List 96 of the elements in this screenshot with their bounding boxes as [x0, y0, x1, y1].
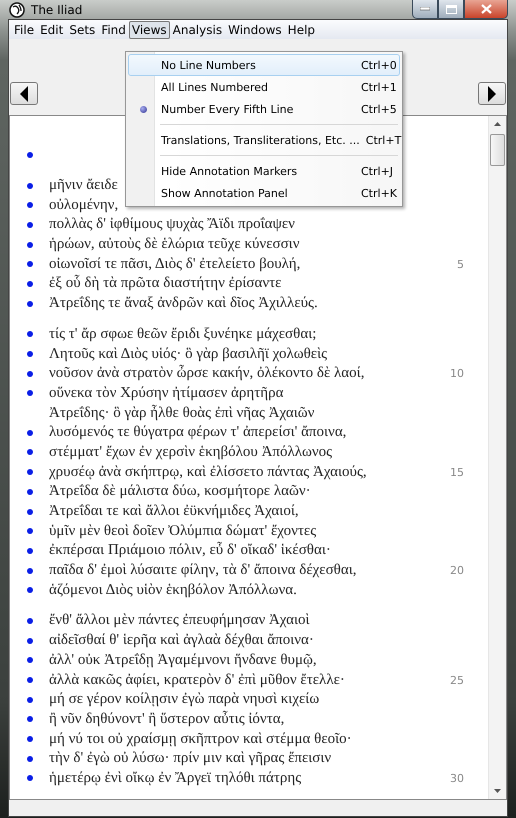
annotation-marker-icon[interactable]	[26, 370, 32, 377]
line-number: 10	[450, 367, 464, 380]
annotation-marker-icon[interactable]	[26, 716, 32, 722]
verse-line: Ἀτρεΐδης τε ἄναξ ἀνδρῶν καὶ δῖος Ἀχιλλεύς.	[49, 295, 318, 312]
annotation-marker-icon[interactable]	[26, 736, 32, 742]
annotation-marker-icon[interactable]	[26, 469, 32, 476]
annotation-marker-icon[interactable]	[26, 528, 32, 534]
menu-item[interactable]: Edit	[37, 20, 66, 38]
annotation-marker-icon[interactable]	[26, 152, 32, 158]
line-number: 5	[457, 258, 464, 271]
right-triangle-icon	[487, 86, 497, 102]
annotation-marker-icon[interactable]	[26, 351, 32, 358]
menu-item[interactable]: Windows	[225, 20, 285, 38]
verse-line: χρυσέῳ ἀνὰ σκήπτρῳ, καὶ ἐλίσσετο πάντας Ἀχαιούς,	[49, 464, 367, 481]
window-title: The Iliad	[31, 2, 82, 16]
verse-line: ἢ νῦν δηθύνοντ' ἢ ὕστερον αὖτις ἰόντα,	[49, 710, 284, 728]
verse-line: οὐλομένην,	[49, 196, 118, 214]
left-triangle-icon	[19, 86, 29, 102]
menu-item[interactable]: Find	[98, 20, 129, 38]
annotation-marker-icon[interactable]	[26, 242, 32, 248]
scroll-up-icon[interactable]	[494, 122, 501, 126]
scrollbar[interactable]	[488, 116, 506, 800]
menu-option[interactable]: Translations, Transliterations, Etc. ... Ctrl+T	[128, 129, 400, 151]
globe-icon	[9, 2, 25, 18]
verse-line: ἐξ οὗ δὴ τὰ πρῶτα διαστήτην ἐρίσαντε	[49, 275, 282, 292]
maximize-button[interactable]	[438, 0, 464, 19]
verse-line: ἐκπέρσαι Πριάμοιο πόλιν, εὖ δ' οἴκαδ' ἱκέσθαι·	[49, 542, 331, 560]
scrollbar-thumb[interactable]	[490, 134, 505, 166]
line-number: 30	[450, 772, 464, 785]
verse-line: αἰδεῖσθαί θ' ἱερῆα καὶ ἀγλαὰ δέχθαι ἄποινα·	[49, 632, 314, 650]
verse-line: Ἀτρεΐδης· ὃ γὰρ ἦλθε θοὰς ἐπὶ νῆας Ἀχαιῶν	[49, 404, 314, 422]
annotation-marker-icon[interactable]	[26, 568, 32, 574]
menu-item[interactable]: Sets	[66, 20, 98, 38]
annotation-marker-icon[interactable]	[26, 775, 32, 782]
annotation-marker-icon[interactable]	[26, 618, 32, 624]
verse-line: νοῦσον ἀνὰ στρατὸν ὦρσε κακήν, ὀλέκοντο δὲ λαοί,	[49, 365, 364, 382]
annotation-marker-icon[interactable]	[26, 182, 32, 189]
annotation-marker-icon[interactable]	[26, 331, 32, 338]
verse-line: Λητοῦς καὶ Διὸς υἱός· ὃ γὰρ βασιλῆϊ χολωθεὶς	[49, 346, 328, 363]
verse-line: Ἀτρεΐδαι τε καὶ ἄλλοι ἐϋκνήμιδες Ἀχαιοί,	[49, 503, 299, 520]
line-number: 15	[450, 466, 464, 479]
minimize-button[interactable]	[412, 0, 438, 19]
annotation-marker-icon[interactable]	[26, 488, 32, 495]
annotation-marker-icon[interactable]	[26, 222, 32, 228]
menu-option[interactable]: No Line Numbers Ctrl+0	[128, 54, 400, 76]
verse-line: ἁζόμενοι Διὸς υἱὸν ἑκηβόλον Ἀπόλλωνα.	[49, 582, 297, 599]
scroll-down-icon[interactable]	[494, 789, 501, 794]
annotation-marker-icon[interactable]	[26, 390, 32, 396]
annotation-marker-icon[interactable]	[26, 696, 32, 703]
annotation-marker-icon[interactable]	[26, 756, 32, 762]
menu-item[interactable]: Views	[128, 20, 170, 38]
verse-line: οὕνεκα τὸν Χρύσην ἠτίμασεν ἀρητῆρα	[49, 384, 284, 402]
next-button[interactable]	[478, 82, 506, 105]
maximize-icon	[446, 4, 456, 14]
verse-line: οἰωνοῖσί τε πᾶσι, Διὸς δ' ἐτελείετο βουλή,	[49, 256, 300, 273]
verse-line: λυσόμενός τε θύγατρα φέρων τ' ἀπερείσι' ἄποινα,	[49, 424, 346, 442]
line-number: 25	[450, 674, 464, 687]
verse-line: πολλὰς δ' ἰφθίμους ψυχὰς Ἄϊδι προΐαψεν	[49, 216, 295, 234]
annotation-marker-icon[interactable]	[26, 300, 32, 307]
menu-item[interactable]: Help	[284, 20, 318, 38]
annotation-marker-icon[interactable]	[26, 677, 32, 684]
line-number: 20	[450, 564, 464, 578]
previous-button[interactable]	[10, 82, 38, 105]
minimize-icon	[420, 7, 430, 11]
menu-option[interactable]: Number Every Fifth Line Ctrl+5	[128, 98, 400, 120]
annotation-marker-icon[interactable]	[26, 430, 32, 436]
annotation-marker-icon[interactable]	[26, 548, 32, 554]
verse-line: τίς τ' ἄρ σφωε θεῶν ἔριδι ξυνέηκε μάχεσθαι;	[49, 326, 316, 343]
annotation-marker-icon[interactable]	[26, 449, 32, 456]
verse-line: παῖδα δ' ἐμοὶ λύσαιτε φίλην, τὰ δ' ἄποινα δέχεσθαι,	[49, 562, 356, 580]
verse-line: μῆνιν ἄειδε	[49, 177, 118, 194]
verse-line: Ἀτρεΐδα δὲ μάλιστα δύω, κοσμήτορε λαῶν·	[49, 483, 311, 500]
verse-line: ἀλλὰ κακῶς ἀφίει, κρατερὸν δ' ἐπὶ μῦθον ἔτελλε·	[49, 672, 345, 689]
annotation-marker-icon[interactable]	[26, 508, 32, 515]
annotation-marker-icon[interactable]	[26, 280, 32, 287]
menu-option[interactable]: All Lines Numbered Ctrl+1	[128, 76, 400, 98]
verse-line: μή νύ τοι οὐ χραίσμῃ σκῆπτρον καὶ στέμμα θεοῖο·	[49, 730, 352, 748]
verse-line: στέμματ' ἔχων ἐν χερσὶν ἑκηβόλου Ἀπόλλωνος	[49, 444, 332, 461]
verse-line: ἡρώων, αὐτοὺς δὲ ἑλώρια τεῦχε κύνεσσιν	[49, 236, 300, 254]
verse-line: ἡμετέρῳ ἐνὶ οἴκῳ ἐν Ἄργεϊ τηλόθι πάτρης	[49, 770, 302, 787]
menu-item[interactable]: Analysis	[170, 20, 226, 38]
annotation-marker-icon[interactable]	[26, 261, 32, 268]
annotation-marker-icon[interactable]	[26, 638, 32, 644]
close-button[interactable]	[464, 0, 508, 19]
menu-option[interactable]: Hide Annotation Markers Ctrl+J	[128, 160, 400, 182]
verse-line: ἔνθ' ἄλλοι μὲν πάντες ἐπευφήμησαν Ἀχαιοὶ	[49, 612, 310, 630]
annotation-marker-icon[interactable]	[26, 657, 32, 664]
annotation-marker-icon[interactable]	[26, 202, 32, 208]
verse-line: τὴν δ' ἐγὼ οὐ λύσω· πρίν μιν καὶ γῆρας ἔπεισιν	[49, 750, 332, 768]
close-icon	[480, 4, 492, 14]
annotation-marker-icon[interactable]	[26, 587, 32, 594]
verse-line: μή σε γέρον κοίλῃσιν ἐγὼ παρὰ νηυσὶ κιχείω	[49, 691, 320, 708]
verse-line: ὑμῖν μὲν θεοὶ δοῖεν Ὀλύμπια δώματ' ἔχοντες	[49, 522, 316, 540]
menu-option[interactable]: Show Annotation Panel Ctrl+K	[128, 182, 400, 204]
verse-line: ἀλλ' οὐκ Ἀτρεΐδῃ Ἀγαμέμνονι ἥνδανε θυμῷ,	[49, 652, 317, 669]
menu-item[interactable]: File	[11, 20, 38, 38]
